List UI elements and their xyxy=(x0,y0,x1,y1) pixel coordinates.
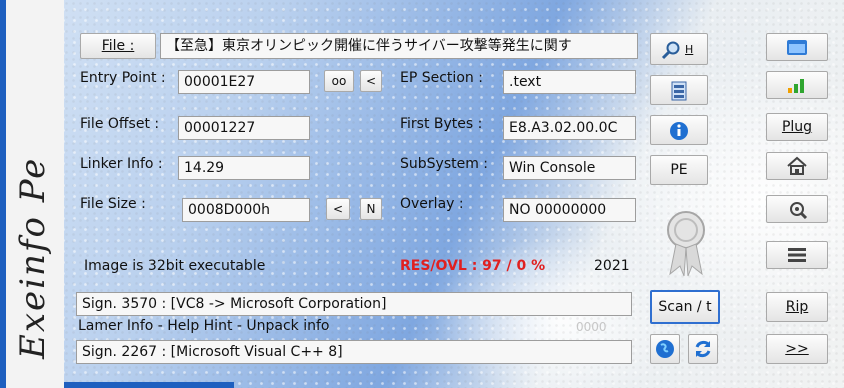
subsystem-label: SubSystem : xyxy=(400,156,489,172)
more-button[interactable]: >> xyxy=(766,334,828,364)
pe-button[interactable]: PE xyxy=(650,155,708,185)
bar-chart-icon xyxy=(767,72,827,94)
home-icon xyxy=(767,153,827,176)
ep-section-label: EP Section : xyxy=(400,70,483,86)
signature-1-field[interactable]: Sign. 3570 : [VC8 -> Microsoft Corporati… xyxy=(76,292,632,316)
file-size-back-button[interactable]: < xyxy=(326,198,350,220)
lamer-counter: 0000 xyxy=(576,320,607,334)
search-h-label: H xyxy=(685,43,694,56)
search-button[interactable]: H xyxy=(650,33,708,65)
n-button[interactable]: N xyxy=(360,198,382,220)
file-offset-field[interactable]: 00001227 xyxy=(178,116,310,140)
file-size-label: File Size : xyxy=(80,196,146,212)
tools-button[interactable] xyxy=(766,195,828,223)
image-info-text: Image is 32bit executable xyxy=(84,258,266,274)
more-button-label: >> xyxy=(785,341,809,357)
ep-section-field[interactable]: .text xyxy=(503,70,636,94)
rip-button-label: Rip xyxy=(785,299,809,315)
first-bytes-field[interactable]: E8.A3.02.00.0C xyxy=(503,116,636,140)
first-bytes-label: First Bytes : xyxy=(400,116,483,132)
subsystem-field[interactable]: Win Console xyxy=(503,156,636,180)
oo-button[interactable]: oo xyxy=(324,70,354,92)
lamer-info-text[interactable]: Lamer Info - Help Hint - Unpack info xyxy=(78,318,329,334)
plug-button[interactable]: Plug xyxy=(766,113,828,141)
file-path-field[interactable]: 【至急】東京オリンピック開催に伴うサイバー攻撃等発生に関す xyxy=(160,33,638,59)
overlay-label: Overlay : xyxy=(400,196,464,212)
year-text: 2021 xyxy=(594,258,630,274)
home-button[interactable] xyxy=(766,152,828,180)
bottom-accent-bar xyxy=(64,382,234,388)
brand-logo: Exeinfo Pe xyxy=(13,156,53,360)
exeinfo-window: Exeinfo Pe File : 【至急】東京オリンピック開催に伴うサイバー攻… xyxy=(0,0,844,388)
open-folder-button[interactable] xyxy=(766,33,828,61)
refresh-icon xyxy=(689,335,717,359)
entry-point-back-button[interactable]: < xyxy=(360,70,382,92)
globe-icon xyxy=(651,335,679,359)
stats-button[interactable] xyxy=(766,71,828,99)
web-button[interactable] xyxy=(650,334,680,364)
rip-button[interactable]: Rip xyxy=(766,292,828,322)
menu-button[interactable] xyxy=(766,241,828,269)
award-seal-icon xyxy=(664,208,708,278)
sections-button[interactable] xyxy=(650,75,708,105)
linker-info-label: Linker Info : xyxy=(80,156,163,172)
sections-icon xyxy=(651,76,707,101)
wrench-icon xyxy=(767,196,827,219)
linker-info-field[interactable]: 14.29 xyxy=(178,156,310,180)
menu-icon xyxy=(767,242,827,263)
entry-point-label: Entry Point : xyxy=(80,70,166,86)
file-button[interactable]: File : xyxy=(80,33,156,59)
folder-icon xyxy=(767,34,827,56)
info-icon xyxy=(651,116,707,141)
scan-button[interactable]: Scan / t xyxy=(650,290,720,324)
info-button[interactable] xyxy=(650,115,708,145)
file-button-label: File : xyxy=(101,38,135,54)
plug-button-label: Plug xyxy=(781,119,813,135)
file-size-field[interactable]: 0008D000h xyxy=(182,198,310,222)
overlay-field[interactable]: NO 00000000 xyxy=(503,198,636,222)
refresh-button[interactable] xyxy=(688,334,718,364)
res-ovl-text: RES/OVL : 97 / 0 % xyxy=(400,258,546,274)
signature-2-field[interactable]: Sign. 2267 : [Microsoft Visual C++ 8] xyxy=(76,340,632,364)
search-icon xyxy=(661,40,681,60)
entry-point-field[interactable]: 00001E27 xyxy=(178,70,310,94)
file-offset-label: File Offset : xyxy=(80,116,160,132)
